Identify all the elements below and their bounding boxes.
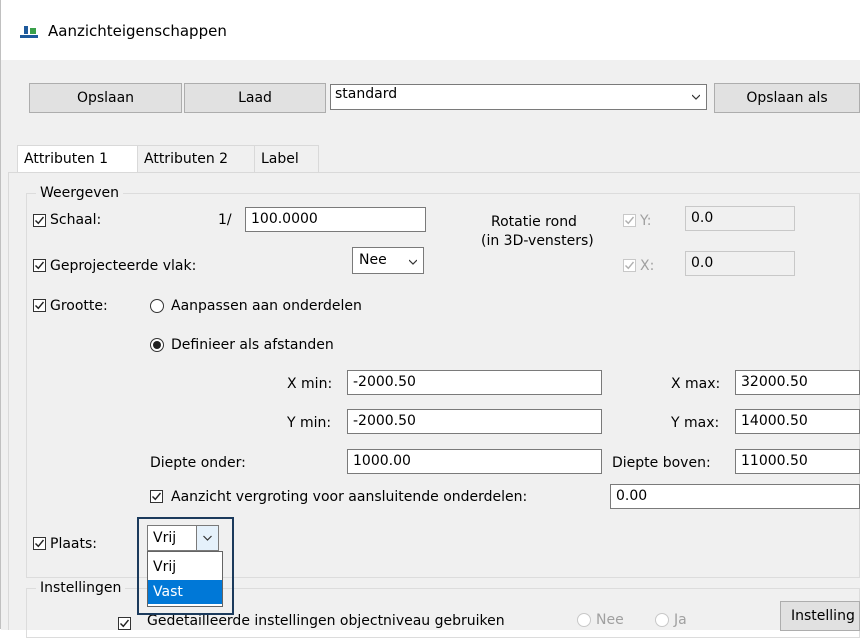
place-dropdown-button[interactable]	[196, 526, 218, 550]
save-as-button[interactable]: Opslaan als	[714, 83, 860, 113]
size-fit-radio[interactable]	[150, 299, 164, 313]
checkmark-icon	[35, 301, 45, 310]
checkmark-icon	[35, 261, 45, 270]
checkmark-icon	[625, 216, 635, 225]
size-checkbox[interactable]	[33, 299, 46, 312]
app-view-icon	[18, 24, 40, 40]
size-label: Grootte:	[50, 298, 108, 314]
detailed-no-label: Nee	[596, 612, 624, 628]
rotation-label: Rotatie rond	[491, 214, 577, 230]
y-min-input[interactable]: -2000.50	[347, 409, 602, 434]
preset-select[interactable]: standard	[330, 84, 707, 110]
depth-down-input[interactable]: 1000.00	[347, 449, 602, 474]
detailed-no-radio[interactable]	[577, 613, 591, 627]
chevron-down-icon	[692, 94, 700, 100]
rotation-x-checkbox[interactable]	[623, 259, 636, 272]
tab-label: Attributen 2	[144, 151, 229, 167]
detailed-settings-checkbox[interactable]	[118, 617, 131, 630]
depth-up-input[interactable]: 11000.50	[735, 449, 860, 474]
place-label: Plaats:	[50, 536, 97, 552]
view-enlargement-checkbox[interactable]	[150, 490, 163, 503]
x-min-input[interactable]: -2000.50	[347, 370, 602, 395]
projected-plane-checkbox[interactable]	[33, 259, 46, 272]
place-select[interactable]: Vrij	[147, 525, 219, 551]
radio-dot	[153, 341, 161, 349]
chevron-down-icon	[409, 259, 417, 265]
preset-value: standard	[335, 86, 398, 102]
x-min-label: X min:	[287, 376, 333, 392]
tab-label-tab[interactable]: Label	[255, 145, 319, 172]
projected-plane-label: Geprojecteerde vlak:	[50, 258, 197, 274]
rotation-x-label: X:	[640, 258, 655, 274]
settings-group-label: Instellingen	[36, 579, 126, 597]
scale-input[interactable]: 100.0000	[245, 207, 426, 232]
tab-label: Attributen 1	[24, 151, 109, 167]
view-enlargement-label: Aanzicht vergroting voor aansluitende on…	[171, 489, 528, 505]
window-title: Aanzichteigenschappen	[48, 22, 227, 40]
checkmark-icon	[120, 619, 130, 628]
y-max-label: Y max:	[671, 415, 720, 431]
rotation-sublabel: (in 3D-vensters)	[481, 233, 594, 249]
size-define-radio[interactable]	[150, 338, 164, 352]
settings-button[interactable]: Instelling	[780, 601, 860, 631]
checkmark-icon	[35, 216, 45, 225]
y-min-label: Y min:	[287, 415, 332, 431]
place-value: Vrij	[153, 530, 177, 546]
projected-plane-select[interactable]: Nee	[352, 247, 424, 274]
scale-prefix: 1/	[218, 212, 232, 228]
tab-attributen-2[interactable]: Attributen 2	[138, 145, 255, 172]
size-define-label: Definieer als afstanden	[171, 337, 334, 353]
view-enlargement-input[interactable]: 0.00	[610, 484, 860, 509]
y-max-input[interactable]: 14000.50	[735, 409, 860, 434]
checkmark-icon	[35, 539, 45, 548]
scale-label: Schaal:	[50, 212, 102, 228]
detailed-yes-radio[interactable]	[655, 613, 669, 627]
rotation-x-input[interactable]: 0.0	[685, 251, 795, 276]
projected-plane-value: Nee	[359, 252, 387, 268]
place-option-vrij[interactable]: Vrij	[148, 555, 222, 579]
place-checkbox[interactable]	[33, 537, 46, 550]
x-max-input[interactable]: 32000.50	[735, 370, 860, 395]
checkmark-icon	[625, 261, 635, 270]
chevron-down-icon	[203, 535, 212, 541]
checkmark-icon	[152, 492, 162, 501]
x-max-label: X max:	[671, 376, 721, 392]
place-dropdown-list: Vrij Vast	[147, 551, 223, 607]
scale-checkbox[interactable]	[33, 214, 46, 227]
place-option-vast[interactable]: Vast	[148, 580, 222, 604]
load-button[interactable]: Laad	[184, 83, 326, 113]
detailed-yes-label: Ja	[674, 612, 687, 628]
rotation-y-label: Y:	[640, 213, 652, 229]
tab-label: Label	[261, 151, 299, 167]
rotation-y-checkbox[interactable]	[623, 214, 636, 227]
title-bar: Aanzichteigenschappen	[0, 0, 860, 60]
save-button[interactable]: Opslaan	[29, 83, 182, 113]
rotation-y-input[interactable]: 0.0	[685, 206, 795, 231]
depth-down-label: Diepte onder:	[150, 455, 246, 471]
size-fit-label: Aanpassen aan onderdelen	[171, 298, 362, 314]
tab-attributen-1[interactable]: Attributen 1	[17, 145, 138, 174]
display-group-label: Weergeven	[36, 184, 124, 202]
depth-up-label: Diepte boven:	[612, 455, 711, 471]
